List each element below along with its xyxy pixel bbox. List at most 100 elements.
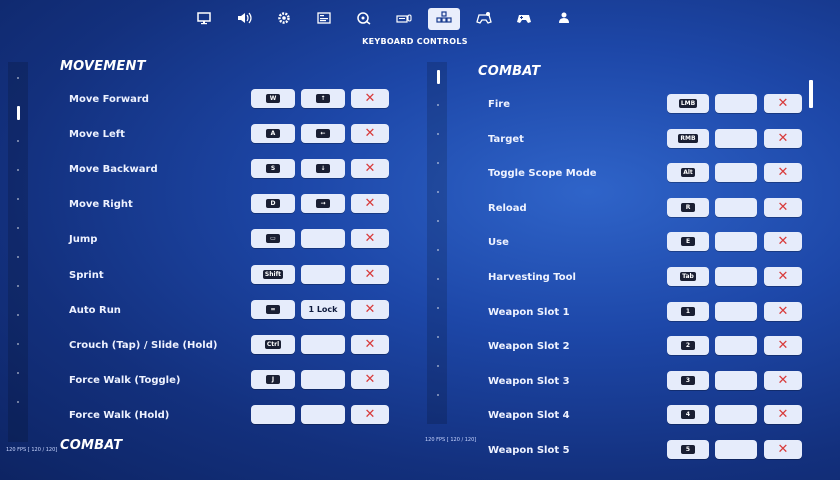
clear-binding-button[interactable]: ✕ <box>351 264 389 284</box>
keyboard-mouse-icon <box>396 11 412 28</box>
clear-binding-button[interactable]: ✕ <box>764 405 802 425</box>
binding-row: Use E ✕ <box>488 232 804 254</box>
binding-label: Auto Run <box>69 304 121 316</box>
close-icon: ✕ <box>364 126 376 142</box>
key-glyph: RMB <box>678 133 698 143</box>
panel-scroll-thumb[interactable] <box>809 80 813 108</box>
primary-key-button[interactable]: LMB <box>667 94 709 113</box>
clear-binding-button[interactable]: ✕ <box>351 334 389 354</box>
clear-binding-button[interactable]: ✕ <box>764 440 802 459</box>
key-glyph: Tab <box>680 272 696 281</box>
key-glyph: ↓ <box>316 164 330 174</box>
secondary-key-button[interactable] <box>715 301 757 321</box>
secondary-key-button[interactable]: ← <box>301 124 345 144</box>
right-scroll-thumb[interactable] <box>436 70 440 84</box>
primary-key-button[interactable]: = <box>251 299 295 319</box>
key-glyph: Shift <box>262 269 284 279</box>
secondary-key-button[interactable]: ↓ <box>301 159 345 179</box>
secondary-key-button[interactable]: ↑ <box>301 89 345 108</box>
right-scrollbar[interactable] <box>436 70 440 423</box>
secondary-key-button[interactable] <box>301 369 345 389</box>
primary-key-button[interactable]: J <box>251 369 295 389</box>
tab-audio[interactable] <box>228 8 260 30</box>
secondary-key-button[interactable] <box>715 405 757 425</box>
clear-binding-button[interactable]: ✕ <box>764 370 802 390</box>
key-glyph: R <box>681 202 695 212</box>
primary-key-button[interactable]: 4 <box>667 405 709 425</box>
close-icon: ✕ <box>364 91 376 106</box>
clear-binding-button[interactable]: ✕ <box>351 124 389 144</box>
left-scroll-thumb[interactable] <box>16 106 20 120</box>
tab-controller[interactable] <box>468 8 500 30</box>
secondary-key-button[interactable] <box>715 197 757 217</box>
primary-key-button[interactable] <box>251 404 295 424</box>
clear-binding-button[interactable]: ✕ <box>764 232 802 252</box>
clear-binding-button[interactable]: ✕ <box>764 301 802 321</box>
left-scrollbar[interactable] <box>16 77 20 430</box>
primary-key-button[interactable]: E <box>667 232 709 252</box>
secondary-key-button[interactable] <box>301 334 345 354</box>
clear-binding-button[interactable]: ✕ <box>764 336 802 356</box>
primary-key-button[interactable]: 2 <box>667 336 709 356</box>
primary-key-button[interactable]: Tab <box>667 267 709 286</box>
clear-binding-button[interactable]: ✕ <box>764 94 802 113</box>
clear-binding-button[interactable]: ✕ <box>351 89 389 108</box>
secondary-key-button[interactable] <box>715 94 757 113</box>
secondary-key-button[interactable] <box>301 404 345 424</box>
binding-row: Force Walk (Hold) ✕ <box>69 404 391 427</box>
secondary-key-button[interactable] <box>715 163 757 183</box>
clear-binding-button[interactable]: ✕ <box>351 229 389 249</box>
primary-key-button[interactable]: Alt <box>667 163 709 183</box>
secondary-key-button[interactable] <box>715 336 757 356</box>
clear-binding-button[interactable]: ✕ <box>351 159 389 179</box>
primary-key-button[interactable]: A <box>251 124 295 144</box>
gear-icon <box>276 11 292 28</box>
key-glyph: 3 <box>681 375 695 385</box>
secondary-key-button[interactable] <box>715 267 757 286</box>
binding-label: Weapon Slot 2 <box>488 341 570 353</box>
tab-controller-bindings[interactable] <box>508 8 540 30</box>
clear-binding-button[interactable]: ✕ <box>764 163 802 183</box>
secondary-key-button[interactable] <box>301 229 345 249</box>
primary-key-button[interactable]: R <box>667 197 709 217</box>
primary-key-button[interactable]: 3 <box>667 370 709 390</box>
binding-row: Move Left A ← ✕ <box>69 124 391 146</box>
secondary-key-button[interactable]: 1 Lock <box>301 299 345 319</box>
primary-key-button[interactable]: D <box>251 194 295 214</box>
tab-accessibility[interactable] <box>348 8 380 30</box>
secondary-key-button[interactable] <box>301 264 345 284</box>
secondary-key-button[interactable]: → <box>301 194 345 214</box>
close-icon: ✕ <box>364 336 376 352</box>
clear-binding-button[interactable]: ✕ <box>351 369 389 389</box>
close-icon: ✕ <box>777 372 789 388</box>
primary-key-button[interactable]: W <box>251 89 295 108</box>
primary-key-button[interactable]: Shift <box>251 264 295 284</box>
primary-key-button[interactable]: RMB <box>667 128 709 148</box>
tab-account[interactable] <box>548 8 580 30</box>
binding-row: Jump ▭ ✕ <box>69 229 391 251</box>
tab-video[interactable] <box>188 8 220 30</box>
tab-keyboard-mouse[interactable] <box>388 8 420 30</box>
secondary-key-button[interactable] <box>715 440 757 459</box>
clear-binding-button[interactable]: ✕ <box>351 194 389 214</box>
clear-binding-button[interactable]: ✕ <box>351 299 389 319</box>
clear-binding-button[interactable]: ✕ <box>764 128 802 148</box>
secondary-key-button[interactable] <box>715 232 757 252</box>
clear-binding-button[interactable]: ✕ <box>764 267 802 286</box>
account-icon <box>556 11 572 28</box>
secondary-key-button[interactable] <box>715 370 757 390</box>
primary-key-button[interactable]: S <box>251 159 295 179</box>
primary-key-button[interactable]: ▭ <box>251 229 295 249</box>
tab-keyboard-controls[interactable] <box>428 8 460 30</box>
primary-key-button[interactable]: Ctrl <box>251 334 295 354</box>
clear-binding-button[interactable]: ✕ <box>351 404 389 424</box>
binding-label: Weapon Slot 5 <box>488 445 570 456</box>
primary-key-button[interactable]: 5 <box>667 440 709 459</box>
key-glyph: 1 <box>681 306 695 316</box>
primary-key-button[interactable]: 1 <box>667 301 709 321</box>
secondary-key-button[interactable] <box>715 128 757 148</box>
binding-row: Reload R ✕ <box>488 197 804 220</box>
tab-game[interactable] <box>268 8 300 30</box>
clear-binding-button[interactable]: ✕ <box>764 197 802 217</box>
tab-display[interactable] <box>308 8 340 30</box>
